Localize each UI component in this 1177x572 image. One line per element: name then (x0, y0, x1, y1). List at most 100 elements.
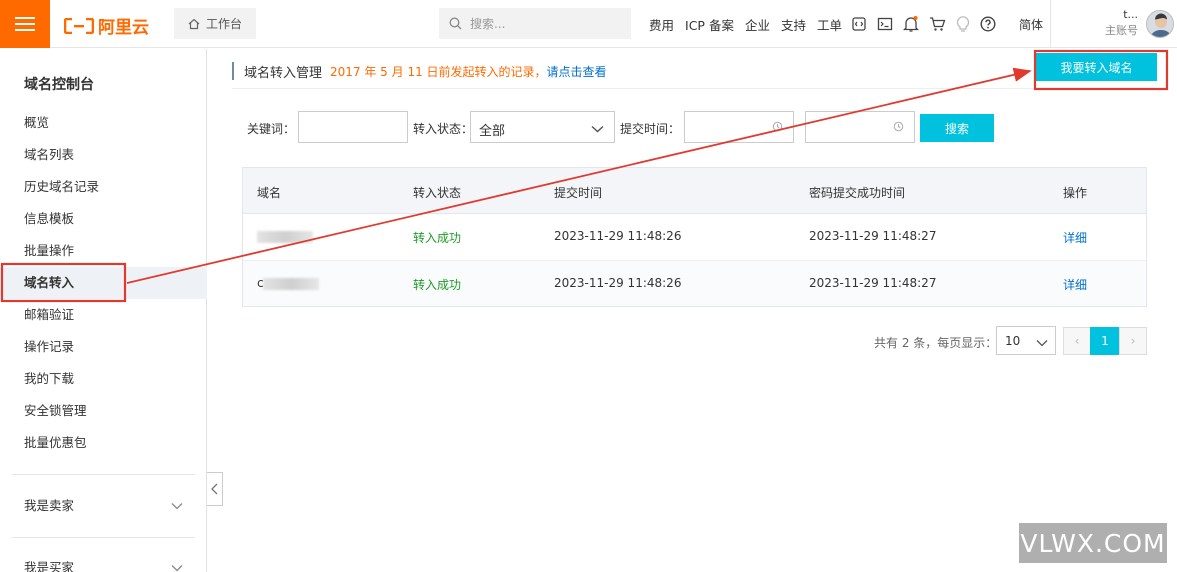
start-date-input[interactable] (684, 111, 794, 143)
sidebar-item-discount-pack[interactable]: 批量优惠包 (0, 427, 207, 459)
table-header: 域名 转入状态 提交时间 密码提交成功时间 操作 (243, 168, 1146, 214)
sidebar-group-seller[interactable]: 我是卖家 (0, 490, 207, 522)
header-divider (232, 88, 1142, 89)
account-info[interactable]: t... 主账号 (1056, 7, 1138, 39)
status-label: 转入状态： (413, 122, 474, 136)
aliyun-logo[interactable]: 阿里云 (64, 13, 149, 38)
keyword-input[interactable] (298, 111, 408, 143)
sidebar-item-email-verify[interactable]: 邮箱验证 (0, 299, 207, 331)
header-divider (1050, 0, 1051, 48)
page-header: 域名转入管理 2017 年 5 月 11 日前发起转入的记录， 请点击查看 (232, 62, 607, 81)
terminal-icon[interactable] (877, 16, 893, 32)
table-row: c 转入成功 2023-11-29 11:48:26 2023-11-29 11… (243, 260, 1146, 306)
next-page-button[interactable]: › (1119, 327, 1147, 355)
avatar[interactable] (1146, 10, 1174, 38)
detail-link[interactable]: 详细 (1063, 229, 1087, 246)
transfer-in-domain-button[interactable]: 我要转入域名 (1036, 53, 1157, 81)
menu-icon[interactable] (0, 0, 50, 48)
nav-link-enterprise[interactable]: 企业 (745, 15, 770, 34)
sidebar-item-security-lock[interactable]: 安全锁管理 (0, 395, 207, 427)
redacted-domain (263, 278, 319, 290)
sidebar-item-overview[interactable]: 概览 (0, 107, 207, 139)
help-icon[interactable] (980, 16, 996, 32)
top-nav-links: 费用 ICP 备案 企业 支持 工单 (649, 0, 842, 48)
password-time-cell: 2023-11-29 11:48:27 (809, 276, 937, 290)
domain-cell: c (257, 276, 264, 290)
password-time-cell: 2023-11-29 11:48:27 (809, 229, 937, 243)
nav-link-billing[interactable]: 费用 (649, 15, 674, 34)
column-header-password-time: 密码提交成功时间 (809, 186, 906, 200)
end-date-input[interactable] (805, 111, 915, 143)
bulb-icon[interactable] (956, 15, 970, 33)
column-header-submitted: 提交时间 (554, 186, 603, 200)
prev-page-button[interactable]: ‹ (1063, 327, 1091, 355)
submitted-cell: 2023-11-29 11:48:26 (554, 229, 682, 243)
status-value: 全部 (479, 124, 506, 139)
sidebar-group-buyer[interactable]: 我是买家 (0, 552, 207, 572)
clock-icon (772, 121, 783, 135)
bell-icon[interactable] (903, 15, 919, 33)
home-icon (188, 18, 200, 29)
column-header-action: 操作 (1063, 186, 1088, 200)
user-avatar-icon (1147, 11, 1173, 37)
sidebar: 域名控制台 概览 域名列表 历史域名记录 信息模板 批量操作 域名转入 邮箱验证… (0, 49, 207, 572)
status-select[interactable]: 全部 (470, 111, 615, 143)
sidebar-item-domain-list[interactable]: 域名列表 (0, 139, 207, 171)
sidebar-item-downloads[interactable]: 我的下载 (0, 363, 207, 395)
page-title: 域名转入管理 (244, 65, 323, 81)
chevron-down-icon (591, 122, 604, 136)
account-type: 主账号 (1105, 24, 1138, 37)
clock-icon (893, 121, 904, 135)
sidebar-title: 域名控制台 (24, 77, 94, 93)
sidebar-divider (12, 537, 195, 538)
keyword-label: 关键词： (247, 122, 296, 136)
redacted-domain (257, 231, 313, 243)
detail-link[interactable]: 详细 (1063, 276, 1087, 293)
cart-icon[interactable] (929, 16, 946, 32)
chevron-down-icon (1036, 336, 1048, 350)
sidebar-group-buyer-label: 我是买家 (24, 560, 75, 572)
status-cell: 转入成功 (413, 231, 462, 245)
global-search-input[interactable]: 搜索... (439, 8, 631, 39)
submit-time-label: 提交时间： (620, 122, 681, 136)
chevron-down-icon (171, 552, 183, 572)
search-icon (449, 17, 462, 30)
page-size-select[interactable]: 10 (996, 326, 1056, 355)
watermark: VLWX.COM (1019, 523, 1167, 563)
sidebar-group-seller-label: 我是卖家 (24, 498, 75, 513)
sidebar-item-op-log[interactable]: 操作记录 (0, 331, 207, 363)
search-button[interactable]: 搜索 (920, 114, 994, 142)
sidebar-item-templates[interactable]: 信息模板 (0, 203, 207, 235)
sidebar-item-batch[interactable]: 批量操作 (0, 235, 207, 267)
sidebar-item-transfer-in[interactable]: 域名转入 (0, 267, 207, 299)
nav-link-icp[interactable]: ICP 备案 (685, 15, 734, 34)
chevron-down-icon (171, 490, 183, 522)
top-navigation-bar: 阿里云 工作台 搜索... 费用 ICP 备案 企业 支持 工单 简体 t...… (0, 0, 1177, 48)
table-row: 转入成功 2023-11-29 11:48:26 2023-11-29 11:4… (243, 214, 1146, 260)
column-header-domain: 域名 (257, 186, 282, 200)
column-header-status: 转入状态 (413, 186, 462, 200)
nav-link-ticket[interactable]: 工单 (817, 15, 842, 34)
status-cell: 转入成功 (413, 278, 462, 292)
logo-text: 阿里云 (98, 18, 149, 38)
search-placeholder: 搜索... (470, 17, 506, 31)
workbench-label: 工作台 (205, 17, 242, 31)
submitted-cell: 2023-11-29 11:48:26 (554, 276, 682, 290)
nav-link-support[interactable]: 支持 (781, 15, 806, 34)
sidebar-item-history[interactable]: 历史域名记录 (0, 171, 207, 203)
account-name: t... (1123, 8, 1138, 21)
current-page-button[interactable]: 1 (1090, 327, 1120, 355)
code-icon[interactable] (851, 16, 867, 32)
legacy-notice: 2017 年 5 月 11 日前发起转入的记录， (330, 64, 547, 79)
sidebar-collapse-button[interactable] (207, 472, 223, 506)
chevron-left-icon (211, 483, 218, 495)
transfer-table: 域名 转入状态 提交时间 密码提交成功时间 操作 转入成功 2023-11-29… (242, 167, 1147, 307)
aliyun-logo-icon (64, 17, 94, 34)
sidebar-divider (12, 474, 195, 475)
language-switch[interactable]: 简体 (1019, 16, 1043, 33)
page-size-value: 10 (1005, 334, 1021, 348)
pagination-summary: 共有 2 条，每页显示： (874, 336, 998, 350)
workbench-button[interactable]: 工作台 (174, 8, 256, 39)
legacy-records-link[interactable]: 请点击查看 (547, 63, 607, 80)
top-nav-icons (851, 0, 996, 48)
